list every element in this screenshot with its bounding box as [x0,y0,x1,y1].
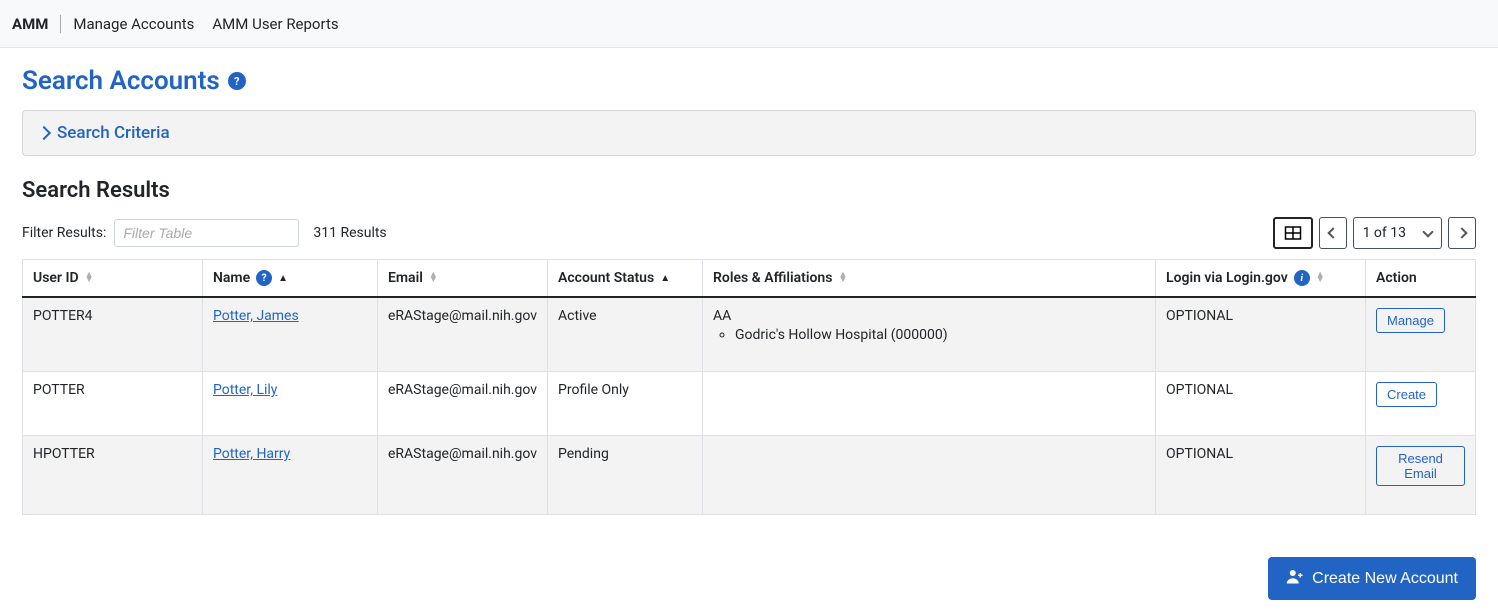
page-select-text: 1 of 13 [1363,225,1406,241]
col-login[interactable]: Login via Login.govi▲▼ [1156,260,1366,298]
chevron-right-icon [37,126,51,140]
col-user-id[interactable]: User ID▲▼ [23,260,203,298]
cell-email: eRAStage@mail.nih.gov [378,372,548,436]
cell-login: OPTIONAL [1156,297,1366,372]
cell-user-id: POTTER [23,372,203,436]
manage-button[interactable]: Manage [1376,308,1445,333]
sort-icon: ▲▼ [429,273,438,283]
table-row: POTTER Potter, Lily eRAStage@mail.nih.go… [23,372,1476,436]
search-criteria-panel: Search Criteria [22,110,1476,156]
name-link[interactable]: Potter, Lily [213,382,277,398]
cell-roles: AA Godric's Hollow Hospital (000000) [703,297,1156,372]
col-name[interactable]: Name?▲ [203,260,378,298]
filter-label: Filter Results: [22,225,106,241]
chevron-down-icon [1422,226,1433,237]
table-row: POTTER4 Potter, James eRAStage@mail.nih.… [23,297,1476,372]
col-roles[interactable]: Roles & Affiliations▲▼ [703,260,1156,298]
user-plus-icon [1286,567,1304,590]
chevron-right-icon [1456,227,1467,238]
help-icon[interactable]: ? [228,72,246,90]
cell-email: eRAStage@mail.nih.gov [378,436,548,515]
col-email[interactable]: Email▲▼ [378,260,548,298]
search-criteria-toggle[interactable]: Search Criteria [39,123,1459,143]
cell-roles [703,372,1156,436]
cell-status: Pending [548,436,703,515]
cell-login: OPTIONAL [1156,372,1366,436]
sort-asc-icon: ▲ [660,273,670,284]
name-link[interactable]: Potter, Harry [213,446,290,462]
info-icon[interactable]: i [1294,270,1310,286]
cell-status: Profile Only [548,372,703,436]
pager-prev-button[interactable] [1319,217,1347,249]
sort-icon: ▲▼ [1316,273,1325,283]
filter-input[interactable] [114,219,299,247]
pager-next-button[interactable] [1448,217,1476,249]
brand-label: AMM [12,15,61,33]
cell-roles [703,436,1156,515]
cell-user-id: HPOTTER [23,436,203,515]
sort-asc-icon: ▲ [278,273,288,284]
nav-manage-accounts[interactable]: Manage Accounts [73,15,194,33]
cell-login: OPTIONAL [1156,436,1366,515]
name-link[interactable]: Potter, James [213,308,299,324]
page-title: Search Accounts ? [22,66,1476,96]
sort-icon: ▲▼ [838,273,847,283]
page-select[interactable]: 1 of 13 [1353,217,1442,249]
nav-user-reports[interactable]: AMM User Reports [212,15,338,33]
col-action: Action [1366,260,1476,298]
cell-email: eRAStage@mail.nih.gov [378,297,548,372]
view-grid-button[interactable] [1273,217,1313,249]
resend-email-button[interactable]: Resend Email [1376,446,1465,486]
create-button[interactable]: Create [1376,382,1437,407]
create-new-account-button[interactable]: Create New Account [1268,557,1476,600]
chevron-left-icon [1327,227,1338,238]
create-new-account-label: Create New Account [1312,570,1458,588]
results-count: 311 Results [313,225,386,241]
top-nav: AMM Manage Accounts AMM User Reports [0,0,1498,48]
grid-icon [1284,224,1302,242]
search-criteria-label: Search Criteria [57,123,170,143]
cell-status: Active [548,297,703,372]
col-status[interactable]: Account Status▲ [548,260,703,298]
page-title-text: Search Accounts [22,66,220,96]
table-row: HPOTTER Potter, Harry eRAStage@mail.nih.… [23,436,1476,515]
results-title: Search Results [22,178,1476,203]
results-table: User ID▲▼ Name?▲ Email▲▼ Account Status▲… [22,259,1476,515]
cell-user-id: POTTER4 [23,297,203,372]
help-icon[interactable]: ? [256,270,272,286]
sort-icon: ▲▼ [85,273,94,283]
